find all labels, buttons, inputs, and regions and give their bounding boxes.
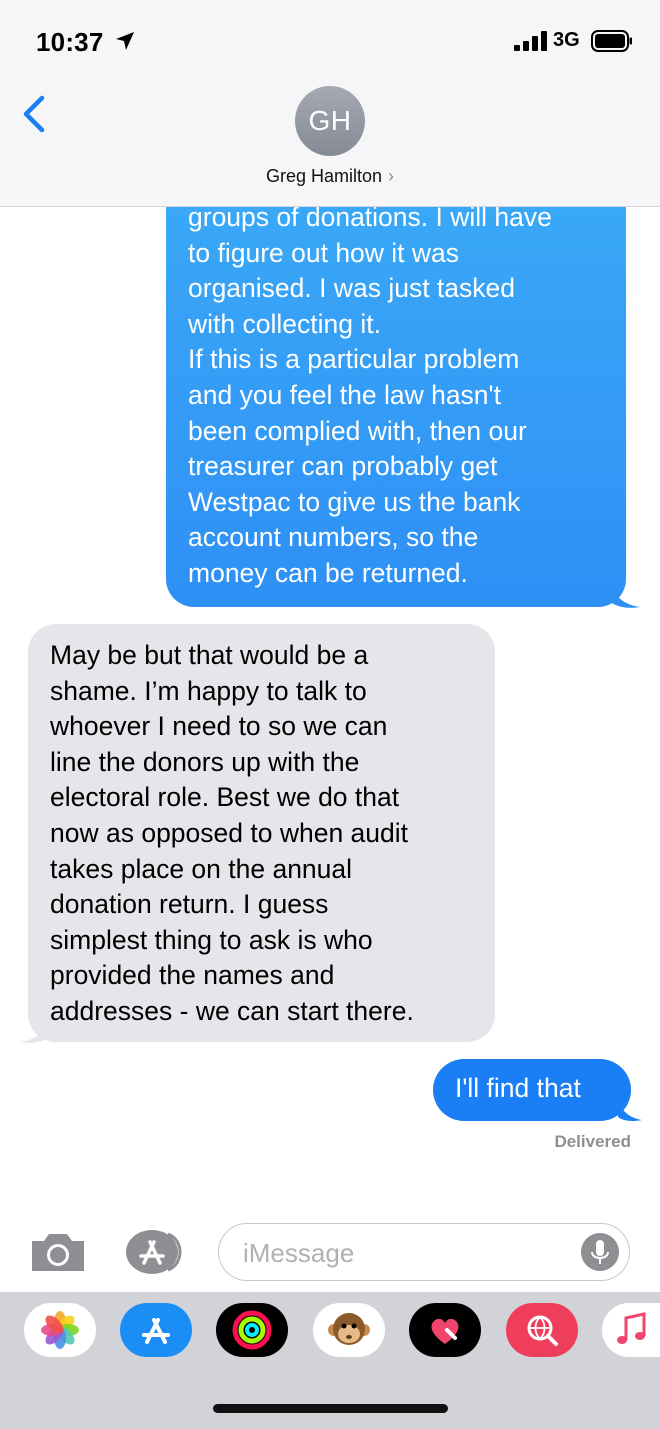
heart-hand-icon <box>431 1318 459 1344</box>
bubble-tail <box>612 585 640 608</box>
status-time: 10:37 <box>36 27 104 57</box>
camera-icon[interactable] <box>28 1229 88 1275</box>
delivery-status: Delivered <box>554 1132 631 1151</box>
message-text-line: account numbers, so the <box>188 522 479 553</box>
photos-flower-icon <box>41 1311 79 1349</box>
animoji-app-icon[interactable] <box>313 1303 385 1357</box>
message-text-line: with collecting it. <box>188 308 381 339</box>
message-text-line: addresses - we can start there. <box>50 995 414 1026</box>
message-text-line: treasurer can probably get <box>188 451 498 482</box>
web-images-app-icon[interactable] <box>506 1303 578 1357</box>
chevron-right-icon: › <box>388 166 395 186</box>
bubble-tail <box>618 1100 642 1121</box>
conversation-header: 10:37 3G GH Greg Hamilton › <box>0 0 660 207</box>
globe-search-icon <box>527 1315 558 1346</box>
network-type: 3G <box>553 29 580 51</box>
signal-bars-icon <box>514 31 547 51</box>
message-text-line: electoral role. Best we do that <box>50 782 400 813</box>
microphone-icon[interactable] <box>581 1233 619 1271</box>
activity-rings-icon <box>232 1310 272 1350</box>
battery-icon <box>591 30 632 52</box>
message-text-line: now as opposed to when audit <box>50 817 409 848</box>
message-text-line: I'll find that <box>455 1073 581 1103</box>
message-text-line: provided the names and <box>50 960 335 991</box>
message-text-line: May be but that would be a <box>50 640 369 670</box>
message-text-line: If this is a particular problem <box>188 344 520 375</box>
chevron-left-icon[interactable] <box>18 94 50 134</box>
app-store-icon[interactable] <box>124 1228 188 1276</box>
input-placeholder: iMessage <box>243 1238 355 1268</box>
location-arrow-icon <box>116 32 134 50</box>
message-text-line: and you feel the law hasn't <box>188 379 501 410</box>
sent-message-bubble[interactable]: groups of donations. I will have to figur… <box>166 190 626 607</box>
message-text-line: Westpac to give us the bank <box>188 486 521 517</box>
imessage-input[interactable]: iMessage <box>218 1223 630 1281</box>
app-store-app-icon[interactable] <box>120 1303 192 1357</box>
contact-name-label: Greg Hamilton <box>265 166 383 186</box>
sent-message-bubble[interactable]: I'll find that <box>433 1059 631 1121</box>
bubble-tail <box>20 1020 48 1043</box>
message-text-line: organised. I was just tasked <box>188 273 516 304</box>
music-note-icon <box>617 1312 646 1344</box>
message-text-line: line the donors up with the <box>50 746 360 777</box>
contact-avatar[interactable]: GH <box>295 86 365 156</box>
music-app-icon[interactable] <box>602 1303 660 1357</box>
photos-app-icon[interactable] <box>24 1303 96 1357</box>
monkey-face-icon <box>328 1313 370 1345</box>
digital-touch-app-icon[interactable] <box>409 1303 481 1357</box>
activity-app-icon[interactable] <box>216 1303 288 1357</box>
message-text-line: takes place on the annual <box>50 853 353 884</box>
home-indicator[interactable] <box>213 1404 448 1413</box>
contact-name-button[interactable]: Greg Hamilton › <box>0 166 660 187</box>
message-text-line: whoever I need to so we can <box>50 711 388 742</box>
message-text-line: money can be returned. <box>188 557 468 588</box>
message-text-line: donation return. I guess <box>50 889 329 920</box>
message-text-line: been complied with, then our <box>188 415 527 446</box>
message-text-line: simplest thing to ask is who <box>50 924 373 955</box>
message-text-line: shame. I’m happy to talk to <box>50 675 367 706</box>
received-message-bubble[interactable]: May be but that would be a shame. I’m hap… <box>28 624 495 1042</box>
message-text-line: to figure out how it was <box>188 237 460 268</box>
app-store-glyph-icon <box>142 1318 170 1344</box>
